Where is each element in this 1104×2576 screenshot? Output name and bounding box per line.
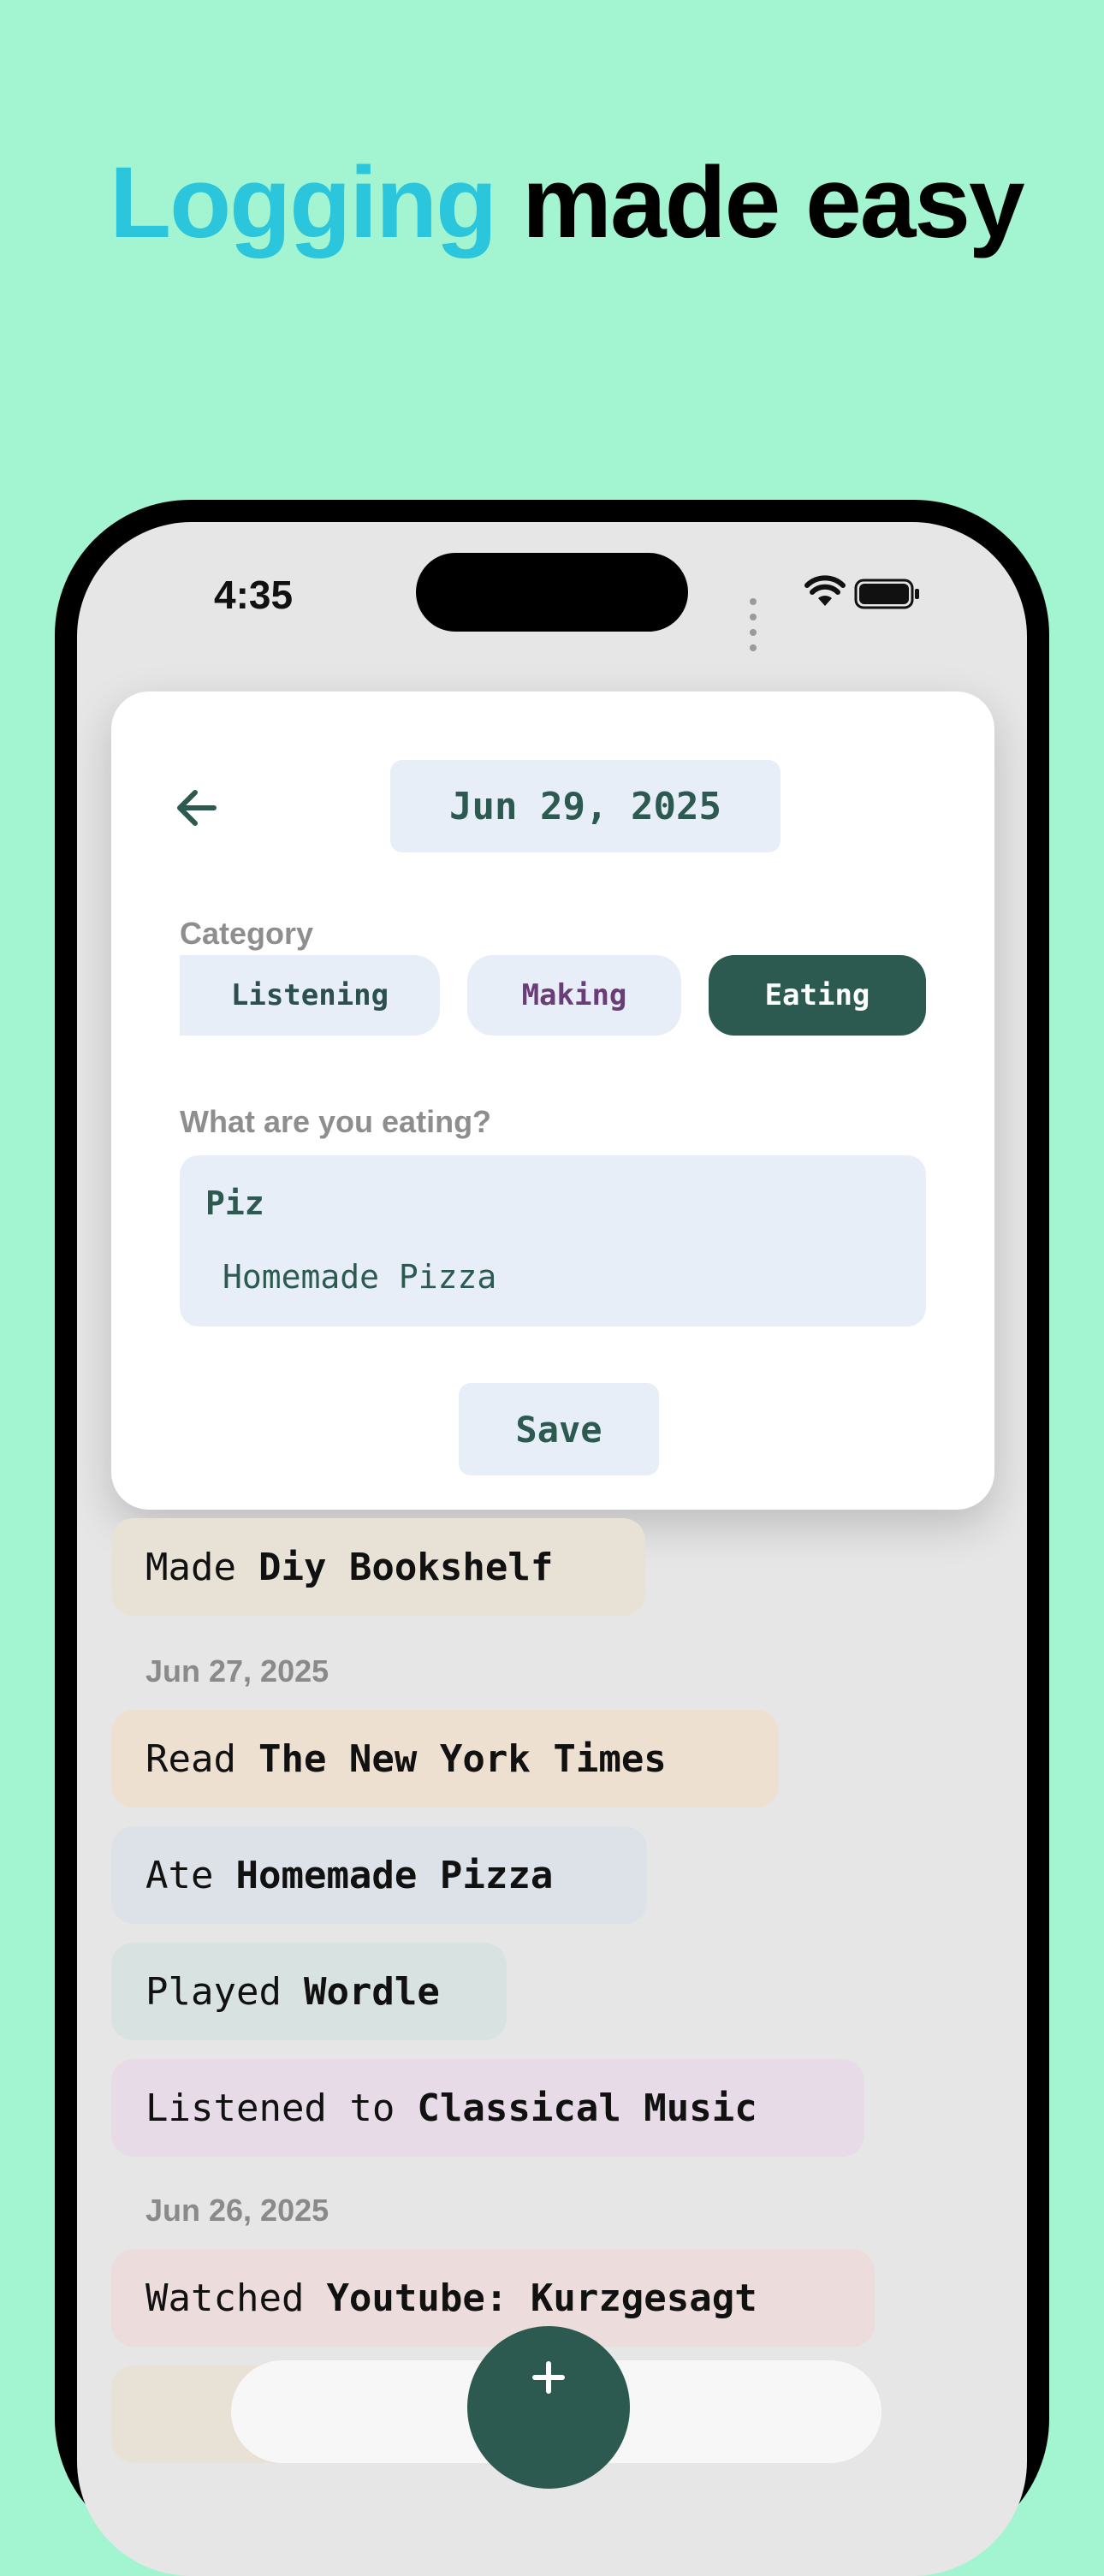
autocomplete-suggestion[interactable]: Homemade Pizza [223, 1258, 496, 1296]
add-log-button[interactable] [467, 2326, 630, 2489]
headline-accent: Logging [110, 146, 497, 259]
log-entry-played[interactable]: Played Wordle [111, 1943, 507, 2040]
phone-screen: 4:35 Jun 29, 2025 Category Listening Mak… [77, 522, 1027, 2576]
signal-icon [750, 594, 760, 656]
day-label: Jun 27, 2025 [145, 1653, 329, 1689]
log-entry-ate[interactable]: Ate Homemade Pizza [111, 1826, 647, 1924]
entry-verb: Listened to [145, 2086, 395, 2130]
category-chip-eating[interactable]: Eating [709, 955, 926, 1036]
entry-object: Diy Bookshelf [258, 1545, 554, 1589]
log-entry-listened[interactable]: Listened to Classical Music [111, 2059, 864, 2157]
category-chip-making[interactable]: Making [467, 955, 681, 1036]
plus-icon [532, 2361, 565, 2394]
entry-verb: Watched [145, 2276, 305, 2320]
entry-verb: Made [145, 1545, 236, 1589]
log-entry-made[interactable]: Made Diy Bookshelf [111, 1518, 645, 1616]
entry-input-value[interactable]: Piz [205, 1184, 264, 1222]
entry-object: Wordle [303, 1969, 440, 2014]
status-time: 4:35 [214, 573, 294, 617]
category-chips: Listening Making Eating [180, 955, 926, 1036]
battery-icon [854, 579, 919, 609]
date-picker-button[interactable]: Jun 29, 2025 [390, 760, 781, 852]
back-arrow-icon[interactable] [173, 784, 221, 832]
entry-object: Classical Music [417, 2086, 757, 2130]
category-chip-listening[interactable]: Listening [180, 955, 440, 1036]
entry-verb: Played [145, 1969, 282, 2014]
save-button[interactable]: Save [459, 1383, 659, 1475]
category-label: Category [180, 916, 314, 951]
log-entry-read[interactable]: Read The New York Times [111, 1710, 779, 1807]
wifi-icon [804, 575, 846, 606]
log-entry-watched[interactable]: Watched Youtube: Kurzgesagt [111, 2249, 875, 2347]
log-editor-card: Jun 29, 2025 Category Listening Making E… [111, 691, 994, 1510]
headline-rest: made easy [496, 146, 1025, 259]
entry-verb: Ate [145, 1853, 214, 1897]
entry-object: Youtube: Kurzgesagt [326, 2276, 757, 2320]
dynamic-island [416, 553, 688, 632]
entry-prompt-label: What are you eating? [180, 1104, 492, 1139]
day-label: Jun 26, 2025 [145, 2193, 329, 2228]
entry-input-field[interactable]: Piz Homemade Pizza [180, 1155, 926, 1327]
headline: Logging made easy [110, 144, 1025, 262]
entry-object: Homemade Pizza [235, 1853, 554, 1897]
entry-object: The New York Times [258, 1736, 667, 1781]
entry-verb: Read [145, 1736, 236, 1781]
